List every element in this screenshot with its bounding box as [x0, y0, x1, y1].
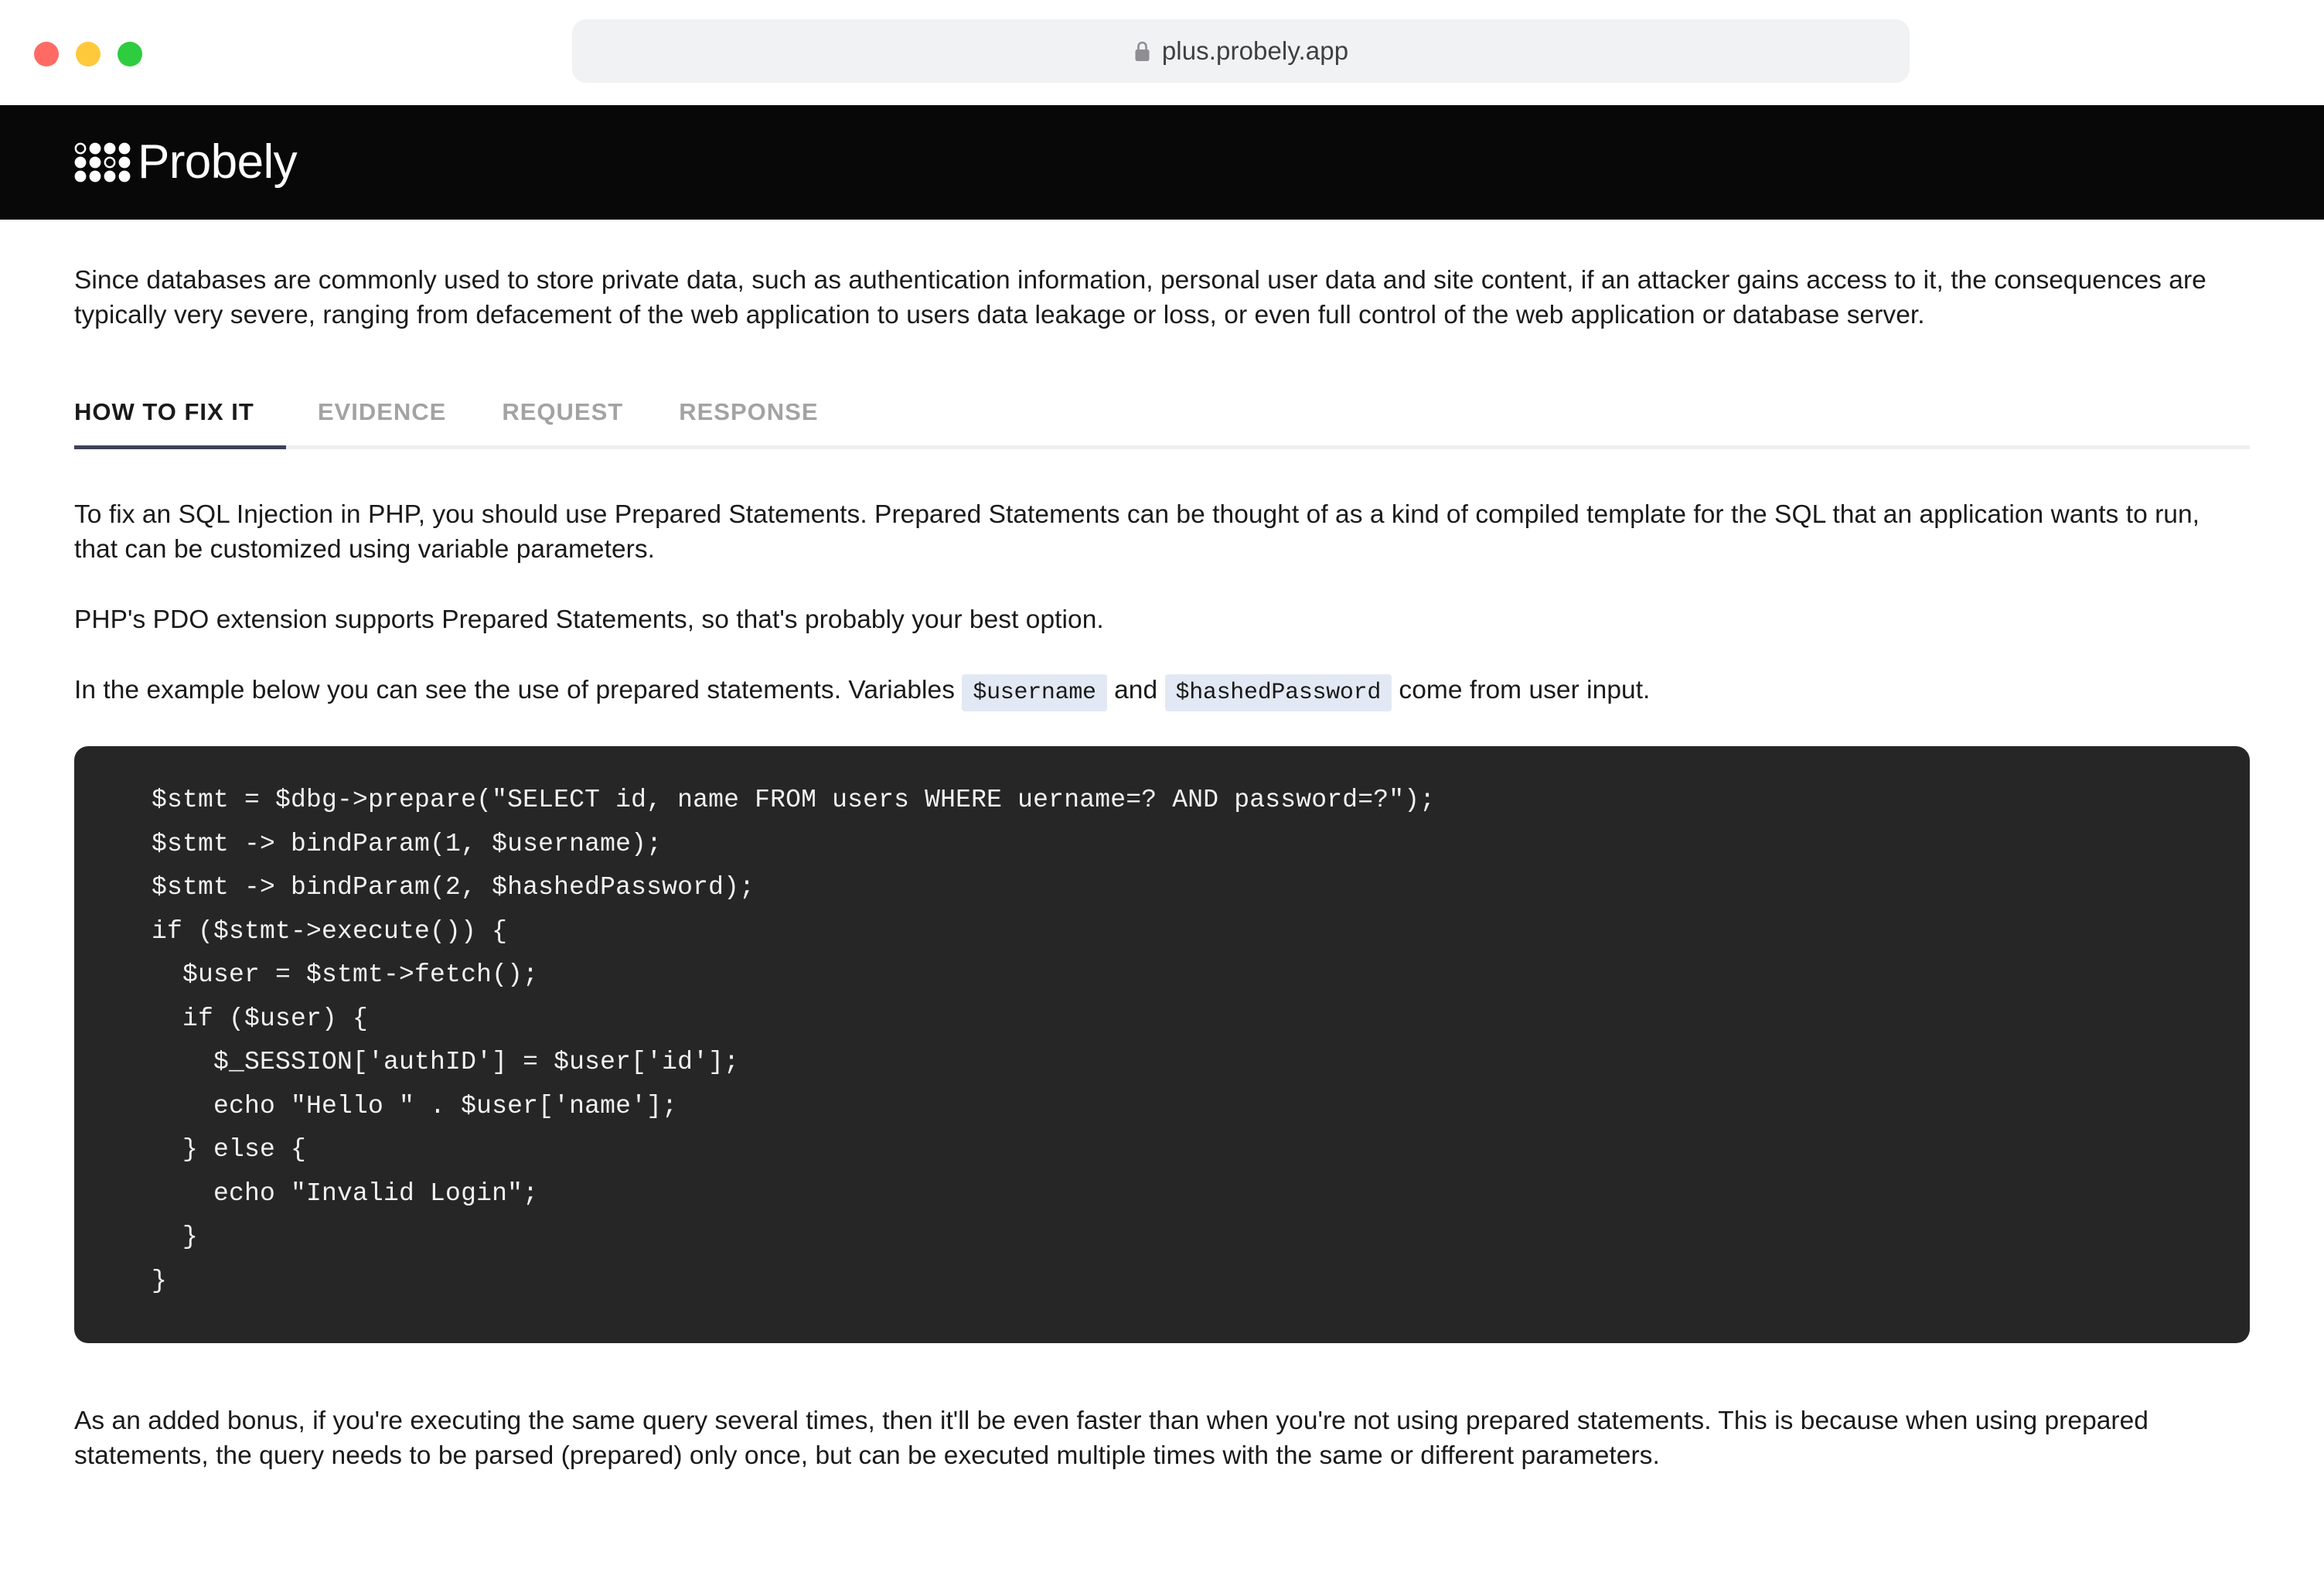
- tab-list: HOW TO FIX IT EVIDENCE REQUEST RESPONSE: [74, 379, 2250, 439]
- inline-code-hashed-password: $hashedPassword: [1164, 674, 1392, 711]
- url-text: plus.probely.app: [1161, 36, 1349, 65]
- outro-paragraph: As an added bonus, if you're executing t…: [74, 1407, 2149, 1470]
- minimize-window-button[interactable]: [76, 42, 101, 67]
- inline-code-username: $username: [962, 674, 1107, 711]
- close-window-button[interactable]: [34, 42, 59, 67]
- fix-paragraph-3-text-1: In the example below you can see the use…: [74, 676, 956, 704]
- browser-chrome: plus.probely.app: [0, 0, 2324, 105]
- address-bar[interactable]: plus.probely.app: [572, 19, 1910, 83]
- window-controls: [34, 42, 142, 67]
- probely-logo[interactable]: Probely: [74, 135, 298, 189]
- app-header: Probely: [0, 105, 2324, 220]
- fix-paragraph-3: In the example below you can see the use…: [74, 673, 2250, 711]
- code-sample-block: $stmt = $dbg->prepare("SELECT id, name F…: [74, 746, 2250, 1343]
- fix-paragraph-1: To fix an SQL Injection in PHP, you shou…: [74, 500, 2200, 564]
- intro-paragraph: Since databases are commonly used to sto…: [74, 266, 2206, 329]
- maximize-window-button[interactable]: [118, 42, 142, 67]
- tab-bar: HOW TO FIX IT EVIDENCE REQUEST RESPONSE: [74, 379, 2250, 449]
- fix-paragraph-3-text-2: and: [1114, 676, 1158, 704]
- brand-name: Probely: [138, 135, 298, 189]
- tab-how-to-fix-it[interactable]: HOW TO FIX IT: [74, 400, 290, 439]
- code-sample-text: $stmt = $dbg->prepare("SELECT id, name F…: [152, 786, 1436, 1295]
- page-content: Since databases are commonly used to sto…: [0, 220, 2324, 1473]
- active-tab-indicator: [74, 445, 286, 449]
- lock-icon: [1135, 41, 1150, 61]
- fix-paragraph-2: PHP's PDO extension supports Prepared St…: [74, 605, 1104, 634]
- tab-evidence[interactable]: EVIDENCE: [290, 400, 474, 439]
- tab-response[interactable]: RESPONSE: [651, 400, 846, 439]
- how-to-fix-it-panel: To fix an SQL Injection in PHP, you shou…: [74, 449, 2250, 1473]
- tab-request[interactable]: REQUEST: [474, 400, 651, 439]
- fix-paragraph-3-text-3: come from user input.: [1399, 676, 1651, 704]
- tab-underline-track: [74, 445, 2250, 449]
- probely-dots-logo-icon: [74, 142, 131, 182]
